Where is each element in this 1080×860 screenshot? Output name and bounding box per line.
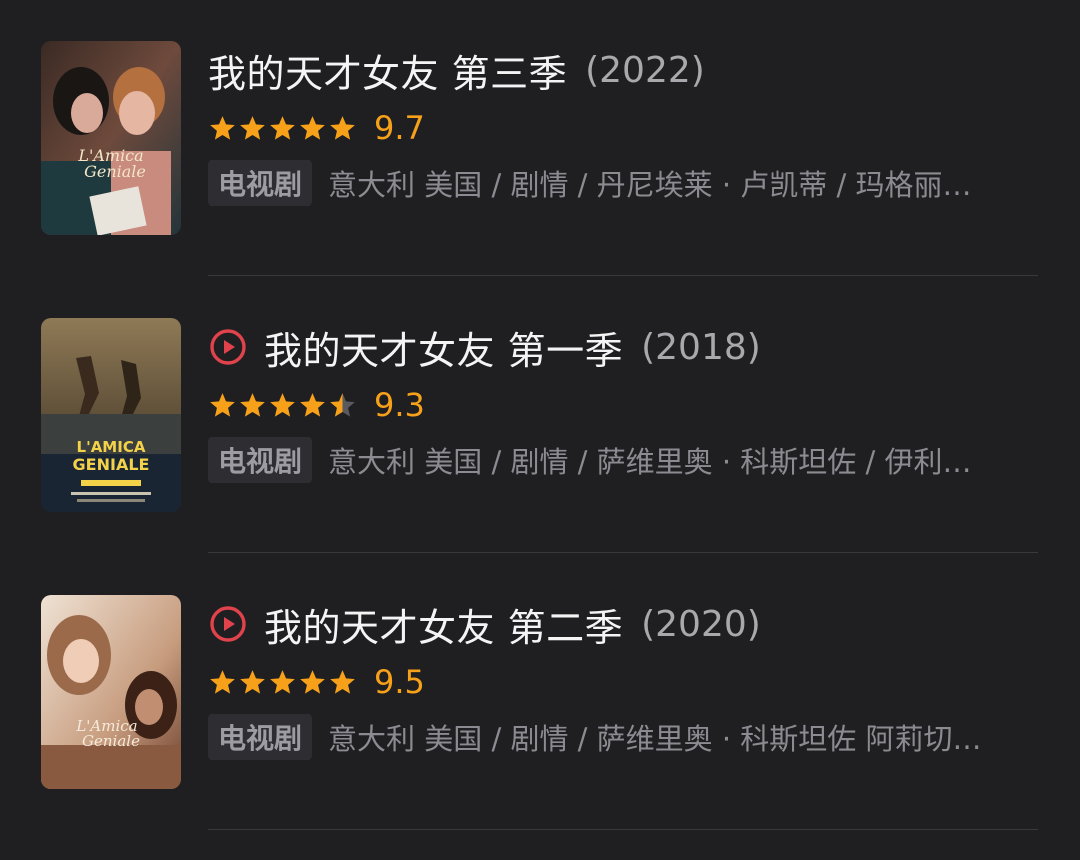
item-title[interactable]: 我的天才女友 第二季 [264, 597, 623, 652]
item-meta: 意大利 美国 / 剧情 / 萨维里奥 · 科斯坦佐 阿莉切… [328, 722, 982, 756]
list-item[interactable]: L'Amica Geniale 我的天才女友 第二季 (2020) 9.5 电视… [0, 554, 1080, 830]
type-badge: 电视剧 [208, 714, 313, 760]
search-results-list: L'Amica Geniale 我的天才女友 第三季 (2022) 9.7 电视… [0, 0, 1080, 860]
poster-thumbnail[interactable]: L'Amica Geniale [41, 595, 181, 789]
star-rating [208, 391, 358, 420]
meta-row: 电视剧 意大利 美国 / 剧情 / 丹尼埃莱 · 卢凯蒂 / 玛格丽… [208, 160, 1018, 206]
star-icon [210, 669, 235, 694]
star-icon [270, 115, 295, 140]
svg-text:GENIALE: GENIALE [73, 455, 150, 474]
rating-score: 9.7 [374, 109, 425, 147]
star-icon [210, 392, 235, 417]
rating-row: 9.5 [208, 662, 425, 702]
star-rating [208, 668, 358, 697]
star-icon [330, 392, 355, 417]
star-icon [270, 392, 295, 417]
svg-text:Geniale: Geniale [84, 162, 146, 181]
star-icon [300, 115, 325, 140]
rating-score: 9.3 [374, 386, 425, 424]
item-year: (2018) [641, 326, 761, 368]
rating-row: 9.7 [208, 108, 425, 148]
title-row: 我的天才女友 第三季 (2022) [208, 42, 705, 98]
type-badge: 电视剧 [208, 160, 313, 206]
svg-text:L'AMICA: L'AMICA [77, 438, 146, 456]
divider [208, 552, 1038, 553]
type-badge: 电视剧 [208, 437, 313, 483]
star-icon [240, 669, 265, 694]
title-row: 我的天才女友 第二季 (2020) [208, 596, 761, 652]
star-icon [330, 115, 355, 140]
play-circle-icon[interactable] [208, 604, 248, 644]
list-item[interactable]: L'Amica Geniale 我的天才女友 第三季 (2022) 9.7 电视… [0, 0, 1080, 276]
star-icon [240, 115, 265, 140]
meta-row: 电视剧 意大利 美国 / 剧情 / 萨维里奥 · 科斯坦佐 / 伊利… [208, 437, 1018, 483]
star-icon [300, 392, 325, 417]
item-meta: 意大利 美国 / 剧情 / 萨维里奥 · 科斯坦佐 / 伊利… [328, 445, 972, 479]
meta-row: 电视剧 意大利 美国 / 剧情 / 萨维里奥 · 科斯坦佐 阿莉切… [208, 714, 1018, 760]
star-rating [208, 114, 358, 143]
star-icon [240, 392, 265, 417]
divider [208, 275, 1038, 276]
title-row: 我的天才女友 第一季 (2018) [208, 319, 761, 375]
star-icon [300, 669, 325, 694]
divider [208, 829, 1038, 830]
item-year: (2020) [641, 603, 761, 645]
svg-text:Geniale: Geniale [82, 732, 140, 750]
item-year: (2022) [585, 49, 705, 91]
poster-thumbnail[interactable]: L'AMICA GENIALE [41, 318, 181, 512]
star-icon [330, 669, 355, 694]
play-circle-icon[interactable] [208, 327, 248, 367]
poster-thumbnail[interactable]: L'Amica Geniale [41, 41, 181, 235]
rating-row: 9.3 [208, 385, 425, 425]
item-title[interactable]: 我的天才女友 第一季 [264, 320, 623, 375]
star-icon [210, 115, 235, 140]
list-item[interactable]: L'AMICA GENIALE 我的天才女友 第一季 (2018) 9.3 电视… [0, 277, 1080, 553]
rating-score: 9.5 [374, 663, 425, 701]
item-title[interactable]: 我的天才女友 第三季 [208, 43, 567, 98]
star-icon [270, 669, 295, 694]
item-meta: 意大利 美国 / 剧情 / 丹尼埃莱 · 卢凯蒂 / 玛格丽… [328, 168, 972, 202]
